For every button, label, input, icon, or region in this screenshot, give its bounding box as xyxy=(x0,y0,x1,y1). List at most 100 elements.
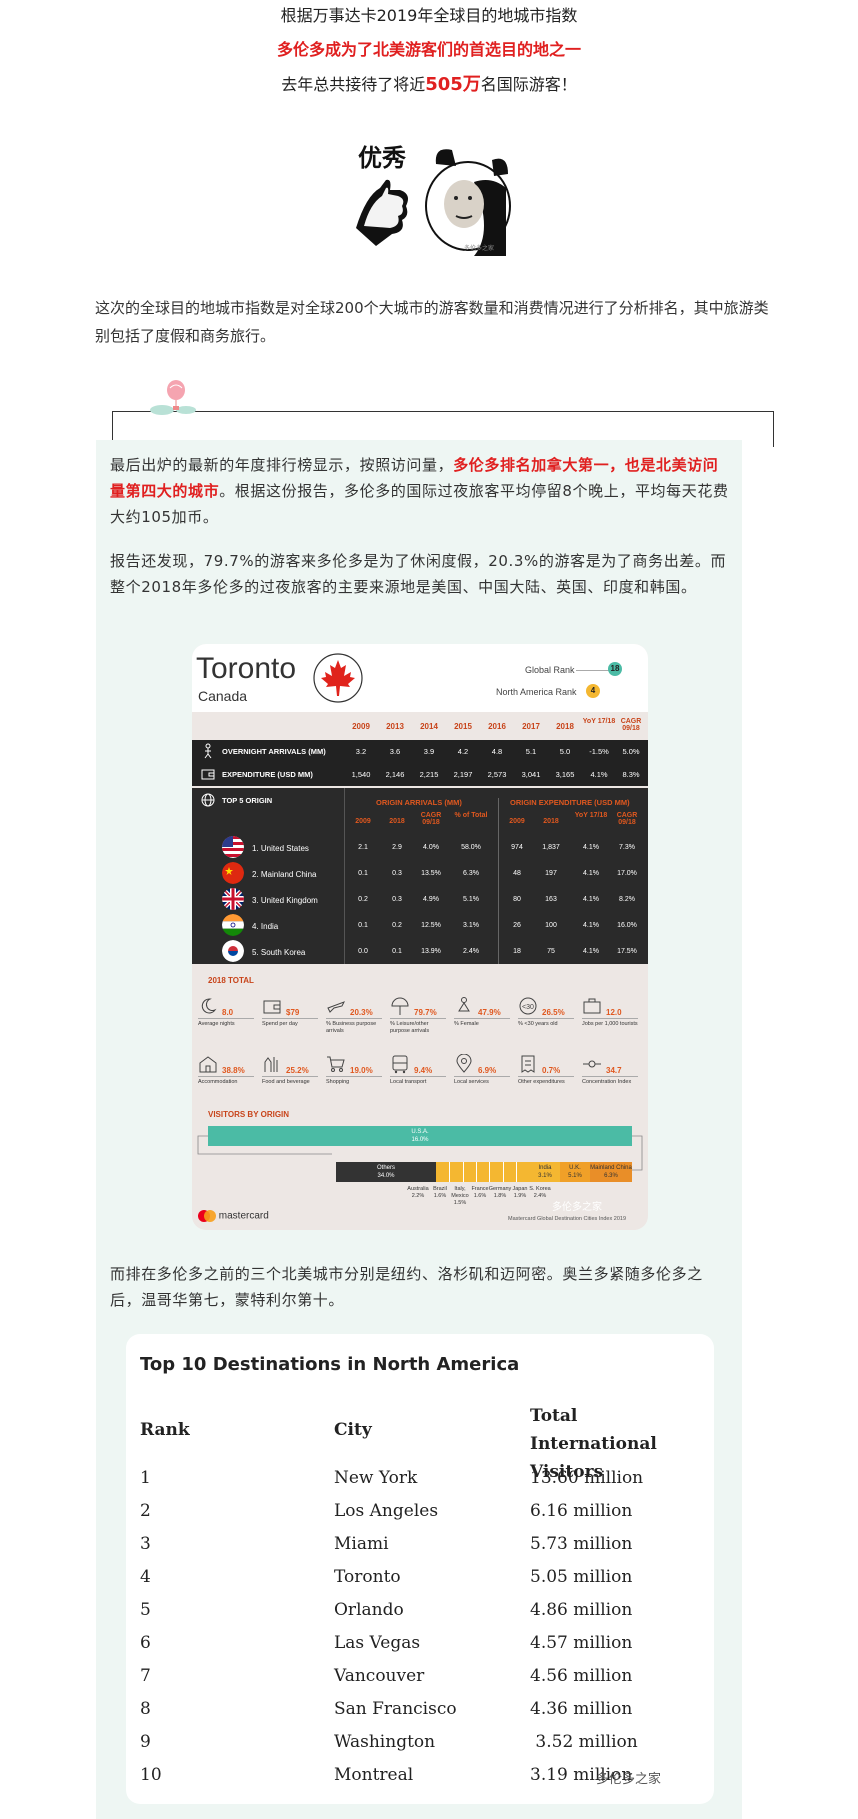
stat-divider xyxy=(518,1018,574,1019)
small-origin-label: Japan 1.9% xyxy=(510,1186,530,1200)
stat-value: 47.9% xyxy=(478,1008,501,1017)
origin-value: 7.3% xyxy=(619,844,635,851)
origin-value: 1,837 xyxy=(542,844,560,851)
visitors-cell: 4.57 million xyxy=(530,1633,633,1653)
bar-others: Others 34.0% xyxy=(336,1162,436,1182)
visitors-section-title: VISITORS BY ORIGIN xyxy=(208,1110,290,1119)
wallet-icon xyxy=(263,1000,281,1014)
origin-value: 0.0 xyxy=(358,948,368,955)
expenditure-row: EXPENDITURE (USD MM) 1,540 2,146 2,215 2… xyxy=(192,763,648,785)
location-pin-icon xyxy=(456,1054,472,1073)
top10-table-card: Top 10 Destinations in North America Ran… xyxy=(126,1334,714,1804)
svg-text:<30: <30 xyxy=(522,1004,534,1011)
ranking-paragraph: 最后出炉的最新的年度排行榜显示，按照访问量，多伦多排名加拿大第一，也是北美访问量… xyxy=(110,452,730,530)
origin-value: 26 xyxy=(513,922,521,929)
rank-cell: 9 xyxy=(140,1732,151,1752)
small-origin-name: Japan xyxy=(512,1186,528,1192)
origin-value: 18 xyxy=(513,948,521,955)
origin-country: 4. India xyxy=(252,922,279,931)
visitors-cell: 5.73 million xyxy=(530,1534,633,1554)
expenditure-value: 2,197 xyxy=(453,770,473,779)
small-origin-label: Germany 1.8% xyxy=(488,1186,512,1200)
china-flag-icon xyxy=(222,862,244,884)
stat-divider xyxy=(454,1076,510,1077)
year-header: 2013 xyxy=(386,722,404,731)
origin-value: 13.5% xyxy=(421,870,441,877)
origin-col-header: YoY 17/18 xyxy=(574,812,608,819)
stat-label: % Female xyxy=(454,1021,479,1027)
south-korea-flag-icon xyxy=(222,940,244,962)
origin-col-header: 2009 xyxy=(355,818,371,825)
arrivals-expenditure-block: OVERNIGHT ARRIVALS (MM) 3.2 3.6 3.9 4.2 … xyxy=(192,740,648,786)
arrivals-value: 5.0 xyxy=(559,747,571,756)
origin-value: 2.9 xyxy=(392,844,402,851)
stat-label: Average nights xyxy=(198,1021,235,1027)
bar-india: India 3.1% xyxy=(530,1162,560,1182)
total-section-title: 2018 TOTAL xyxy=(208,976,254,985)
small-origin-label: S. Korea 2.4% xyxy=(528,1186,552,1200)
origin-value: 0.2 xyxy=(358,896,368,903)
expenditure-value: 2,215 xyxy=(419,770,439,779)
city-cell: Washington xyxy=(334,1732,436,1752)
origin-col-header: 2018 xyxy=(543,818,559,825)
ranking-paragraph-pre: 最后出炉的最新的年度排行榜显示，按照访问量， xyxy=(110,456,454,474)
expenditure-value: 2,573 xyxy=(487,770,507,779)
origin-value: 17.0% xyxy=(617,870,637,877)
origin-value: 4.0% xyxy=(423,844,439,851)
bar-mainland-china: Mainland China 6.3% xyxy=(590,1162,632,1182)
year-header: 2015 xyxy=(454,722,472,731)
origin-value: 4.1% xyxy=(583,922,599,929)
arrivals-label: OVERNIGHT ARRIVALS (MM) xyxy=(222,747,326,756)
mastercard-wordmark: mastercard xyxy=(218,1210,269,1222)
mastercard-circle-yellow xyxy=(204,1210,216,1222)
arrivals-value: 3.6 xyxy=(389,747,401,756)
receipt-icon xyxy=(521,1055,535,1073)
wallet-icon xyxy=(201,769,215,780)
intro-line-3-number: 505万 xyxy=(425,74,481,95)
stat-divider xyxy=(582,1076,638,1077)
origin-value: 0.1 xyxy=(358,922,368,929)
city-cell: San Francisco xyxy=(334,1699,457,1719)
stat-label: % <30 years old xyxy=(518,1021,558,1027)
stat-divider xyxy=(454,1018,510,1019)
bar-separator xyxy=(503,1162,504,1182)
origin-value: 4.1% xyxy=(583,948,599,955)
city-cell: Miami xyxy=(334,1534,389,1554)
year-header: YoY 17/18 xyxy=(582,718,616,725)
arrivals-value: 5.0% xyxy=(622,747,640,756)
city-cell: Los Angeles xyxy=(334,1501,439,1521)
stat-divider xyxy=(582,1018,638,1019)
infographic-city: Toronto xyxy=(196,652,297,685)
maple-leaf-icon xyxy=(313,653,363,703)
year-header: 2016 xyxy=(488,722,506,731)
stat-value: 38.8% xyxy=(222,1066,245,1075)
origin-value: 80 xyxy=(513,896,521,903)
rank-cell: 8 xyxy=(140,1699,151,1719)
rank-cell: 1 xyxy=(140,1468,151,1488)
origin-country: 5. South Korea xyxy=(252,948,306,957)
city-cell: Las Vegas xyxy=(334,1633,421,1653)
top10-title: Top 10 Destinations in North America xyxy=(140,1354,520,1375)
stat-divider xyxy=(326,1076,382,1077)
cities-paragraph: 而排在多伦多之前的三个北美城市分别是纽约、洛杉矶和迈阿密。奥兰多紧随多伦多之后，… xyxy=(110,1265,703,1309)
traveler-icon xyxy=(204,743,212,759)
small-origin-pct: 1.5% xyxy=(453,1200,467,1206)
bar-separator xyxy=(516,1162,517,1182)
origin-value: 8.2% xyxy=(619,896,635,903)
visitors-cell: 4.86 million xyxy=(530,1600,633,1620)
origin-col-header: CAGR 09/18 xyxy=(420,812,442,826)
rank-cell: 6 xyxy=(140,1633,151,1653)
bar-india-pct: 3.1% xyxy=(538,1173,552,1179)
bar-separator xyxy=(476,1162,477,1182)
origin-value: 12.5% xyxy=(421,922,441,929)
bar-india-name: India xyxy=(538,1165,552,1171)
origin-country: 3. United Kingdom xyxy=(252,896,318,905)
stat-label: Local services xyxy=(454,1079,489,1085)
bar-separator xyxy=(463,1162,464,1182)
year-header: 2017 xyxy=(522,722,540,731)
origin-value: 3.1% xyxy=(463,922,479,929)
year-header: 2009 xyxy=(352,722,370,731)
visitors-cell: 6.16 million xyxy=(530,1501,633,1521)
bar-uk-name: U.K. xyxy=(569,1165,581,1171)
small-origin-label: Italy, Mexico 1.5% xyxy=(450,1186,470,1207)
